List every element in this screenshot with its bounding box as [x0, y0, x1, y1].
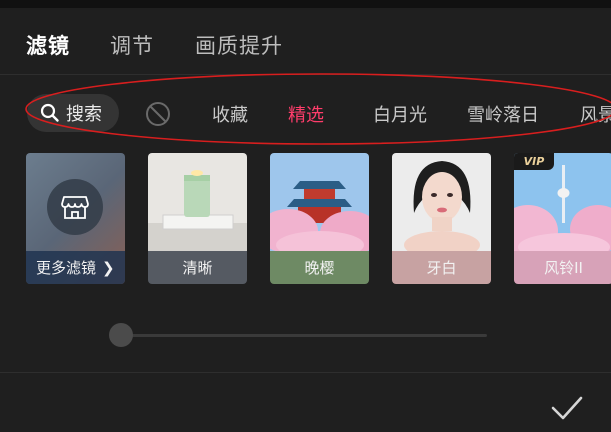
filter-category-bar: 搜索 收藏 精选 白月光 雪岭落日 风景: [0, 86, 611, 142]
filter-card-list: 更多滤镜 ❯ 清晰 晚樱 牙白 VIP 风铃II: [0, 153, 611, 285]
candle-thumb: [148, 153, 247, 251]
category-snow-sunset[interactable]: 雪岭落日: [467, 101, 539, 127]
chevron-right-icon: ❯: [102, 258, 115, 277]
more-filters-caption: 更多滤镜 ❯: [26, 251, 125, 284]
category-featured[interactable]: 精选: [288, 101, 324, 127]
status-strip: [0, 0, 611, 8]
cherry-temple-thumb: [270, 153, 369, 251]
tab-filter[interactable]: 滤镜: [26, 30, 70, 60]
category-favorites[interactable]: 收藏: [212, 101, 248, 127]
more-filters-label: 更多滤镜: [36, 259, 97, 277]
tab-adjust[interactable]: 调节: [110, 30, 154, 60]
search-button[interactable]: 搜索: [27, 94, 119, 132]
filter-card-wind-chime[interactable]: VIP 风铃II: [514, 153, 611, 284]
intensity-slider-track[interactable]: [121, 334, 487, 337]
vip-badge: VIP: [514, 153, 554, 170]
category-moonlight[interactable]: 白月光: [373, 101, 427, 127]
tab-quality-enhance[interactable]: 画质提升: [195, 30, 283, 60]
more-filters-card[interactable]: 更多滤镜 ❯: [26, 153, 125, 284]
filter-label-wind-chime: 风铃II: [514, 251, 611, 284]
portrait-thumb: [392, 153, 491, 251]
bottom-divider: [0, 372, 611, 373]
filter-label-evening-cherry: 晚樱: [270, 251, 369, 284]
filter-card-clear[interactable]: 清晰: [148, 153, 247, 284]
category-scenery[interactable]: 风景: [580, 101, 611, 127]
filter-card-evening-cherry[interactable]: 晚樱: [270, 153, 369, 284]
filter-label-clear: 清晰: [148, 251, 247, 284]
search-label: 搜索: [66, 104, 102, 125]
filter-label-ivory-white: 牙白: [392, 251, 491, 284]
confirm-check-icon[interactable]: [550, 394, 584, 422]
top-tab-bar: 滤镜 调节 画质提升: [0, 8, 611, 74]
header-divider: [0, 74, 611, 75]
intensity-slider-handle[interactable]: [109, 323, 133, 347]
search-icon: [40, 103, 59, 122]
no-filter-icon[interactable]: [145, 101, 171, 127]
filter-card-ivory-white[interactable]: 牙白: [392, 153, 491, 284]
store-icon: [47, 179, 103, 235]
